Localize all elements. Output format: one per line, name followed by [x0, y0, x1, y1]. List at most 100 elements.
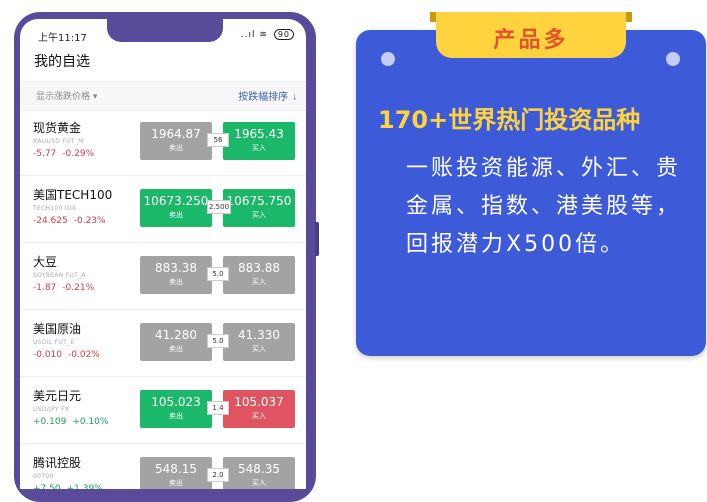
sell-price: 41.280 — [155, 328, 197, 342]
sell-price: 883.38 — [155, 261, 197, 275]
caret-down-icon: ▾ — [92, 92, 98, 102]
buy-button[interactable]: 548.35 买入 — [223, 457, 295, 489]
change-percent: -0.23% — [73, 216, 106, 226]
buy-price: 105.037 — [234, 395, 284, 409]
change-value: -0.010 — [33, 350, 63, 360]
sell-button[interactable]: 883.38 卖出 — [140, 256, 212, 294]
buy-button[interactable]: 883.88 买入 — [223, 256, 295, 294]
table-row[interactable]: 美元日元 USD/JPY FX +0.109 +0.10% 105.023 卖出 1.4 10… — [20, 377, 306, 444]
price-change: -0.010 -0.02% — [33, 350, 106, 360]
sell-label: 卖出 — [169, 412, 183, 420]
buy-price: 883.88 — [238, 261, 280, 275]
change-percent: -0.21% — [62, 283, 95, 293]
page-title: 我的自选 — [34, 54, 90, 70]
instrument-name: 美国原油 — [33, 322, 82, 336]
phone-screen: 上午11:17 ..ıl ≋ 90 我的自选 显示涨跌价格 ▾ 按跌幅排序 ↓ … — [20, 19, 306, 489]
sell-price: 105.023 — [151, 395, 201, 409]
signal-icon: ..ıl — [240, 30, 256, 40]
table-row[interactable]: 大豆 SOYBEAN FUT_A -1.87 -0.21% 883.38 卖出 5.0 883… — [20, 243, 306, 310]
change-value: -5.77 — [33, 149, 57, 159]
sell-button[interactable]: 105.023 卖出 — [140, 390, 212, 428]
spread-badge: 5.0 — [207, 267, 229, 281]
promo-headline: 170+世界热门投资品种 — [378, 106, 641, 134]
table-row[interactable]: 美国原油 USOIL FUT_E -0.010 -0.02% 41.280 卖出 5.0 41… — [20, 310, 306, 377]
sell-label: 卖出 — [169, 345, 183, 353]
change-percent: -0.29% — [62, 149, 95, 159]
change-value: -1.87 — [33, 283, 57, 293]
promo-body: 一账投资能源、外汇、贵金属、指数、港美股等，回报潜力X500倍。 — [406, 156, 682, 257]
sell-price: 548.15 — [155, 462, 197, 476]
buy-label: 买入 — [252, 278, 266, 286]
filter-bar: 显示涨跌价格 ▾ 按跌幅排序 ↓ — [20, 81, 306, 111]
battery-icon: 90 — [273, 29, 294, 40]
spread-badge: 2.500 — [207, 200, 232, 214]
instrument-name: 现货黄金 — [33, 121, 82, 135]
filter-right-label: 按跌幅排序 — [238, 92, 289, 103]
price-change: -24.625 -0.23% — [33, 216, 112, 226]
promo-tab: 产品多 — [436, 12, 626, 58]
buy-price: 548.35 — [238, 462, 280, 476]
buy-button[interactable]: 10675.750 买入 — [223, 189, 295, 227]
promo-tab-ear-left — [430, 12, 436, 22]
spread-badge: 1.4 — [207, 401, 229, 415]
promo-tab-ear-right — [626, 12, 632, 22]
instrument-name: 美国TECH100 — [33, 188, 113, 202]
phone-notch — [107, 12, 223, 42]
sell-label: 卖出 — [169, 211, 183, 219]
instrument-code: TECH100 IDX — [33, 205, 77, 212]
change-percent: -0.02% — [68, 350, 100, 360]
instrument-code: XAUUSD FUT_M — [33, 138, 84, 145]
sell-label: 卖出 — [169, 479, 183, 487]
instrument-name: 大豆 — [33, 255, 58, 269]
sell-button[interactable]: 1964.87 卖出 — [140, 122, 212, 160]
buy-label: 买入 — [252, 479, 266, 487]
spread-badge: 2.0 — [207, 468, 229, 482]
sort-icon: ↓ — [291, 93, 298, 102]
change-value: -24.625 — [33, 216, 68, 226]
table-row[interactable]: 现货黄金 XAUUSD FUT_M -5.77 -0.29% 1964.87 卖出 56 19… — [20, 109, 306, 176]
buy-button[interactable]: 1965.43 买入 — [223, 122, 295, 160]
decor-dot-left — [381, 52, 395, 66]
price-change: -1.87 -0.21% — [33, 283, 100, 293]
instrument-code: USOIL FUT_E — [33, 339, 75, 346]
decor-dot-right — [666, 52, 680, 66]
price-change: +0.109 +0.10% — [33, 417, 114, 427]
buy-button[interactable]: 105.037 买入 — [223, 390, 295, 428]
instrument-name: 美元日元 — [33, 389, 82, 403]
sell-button[interactable]: 548.15 卖出 — [140, 457, 212, 489]
filter-left-label: 显示涨跌价格 — [36, 92, 91, 102]
show-change-price-toggle[interactable]: 显示涨跌价格 ▾ — [36, 89, 97, 102]
buy-price: 1965.43 — [234, 127, 284, 141]
buy-label: 买入 — [252, 211, 266, 219]
wifi-icon: ≋ — [259, 30, 268, 40]
sell-label: 卖出 — [169, 278, 183, 286]
table-row[interactable]: 腾讯控股 00700 +7.50 +1.39% 548.15 卖出 2.0 548.35 买入 — [20, 444, 306, 489]
instrument-code: 00700 — [33, 473, 54, 480]
buy-button[interactable]: 41.330 买入 — [223, 323, 295, 361]
sell-button[interactable]: 10673.250 卖出 — [140, 189, 212, 227]
buy-label: 买入 — [252, 345, 266, 353]
instrument-name: 腾讯控股 — [33, 456, 82, 470]
change-percent: +0.10% — [72, 417, 109, 427]
table-row[interactable]: 美国TECH100 TECH100 IDX -24.625 -0.23% 10673.2… — [20, 176, 306, 243]
sort-by-decline-button[interactable]: 按跌幅排序 ↓ — [238, 88, 298, 103]
sell-button[interactable]: 41.280 卖出 — [140, 323, 212, 361]
sell-label: 卖出 — [169, 144, 183, 152]
phone-side-button — [315, 222, 319, 256]
buy-price: 41.330 — [238, 328, 280, 342]
promo-tab-label: 产品多 — [493, 28, 569, 53]
status-time: 上午11:17 — [38, 33, 87, 44]
instrument-code: SOYBEAN FUT_A — [33, 272, 86, 279]
spread-badge: 5.0 — [207, 334, 229, 348]
status-icons: ..ıl ≋ 90 — [241, 29, 294, 40]
watchlist: 现货黄金 XAUUSD FUT_M -5.77 -0.29% 1964.87 卖出 56 19… — [20, 109, 306, 489]
sell-price: 1964.87 — [151, 127, 201, 141]
buy-label: 买入 — [252, 412, 266, 420]
instrument-code: USD/JPY FX — [33, 406, 70, 413]
price-change: -5.77 -0.29% — [33, 149, 100, 159]
buy-label: 买入 — [252, 144, 266, 152]
sell-price: 10673.250 — [143, 194, 209, 208]
buy-price: 10675.750 — [226, 194, 292, 208]
spread-badge: 56 — [207, 133, 229, 147]
change-value: +0.109 — [33, 417, 67, 427]
